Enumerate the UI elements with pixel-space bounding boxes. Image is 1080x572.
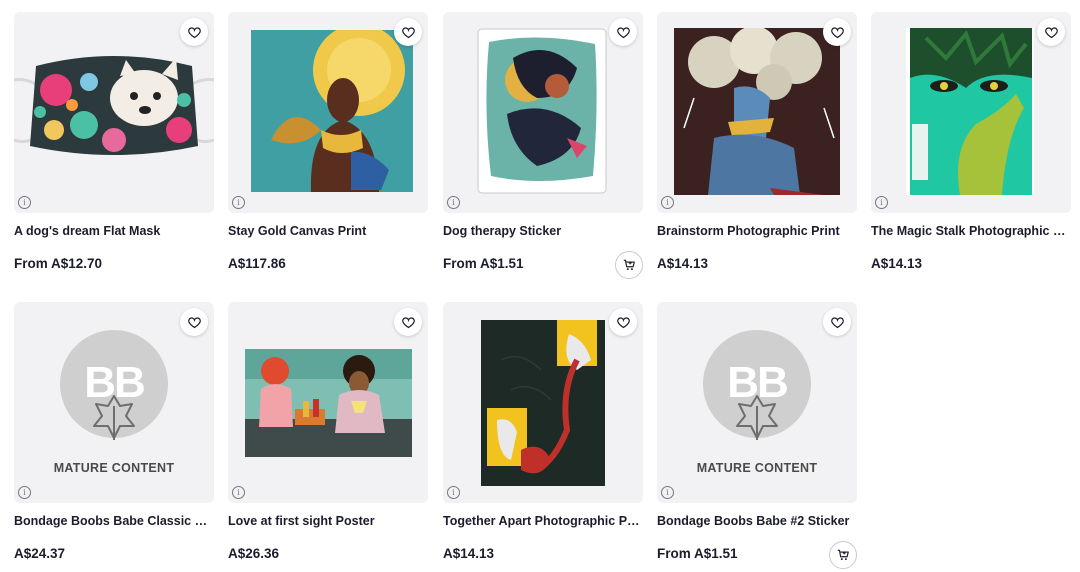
product-card[interactable]: i Brainstorm Photographic Print A$14.13 <box>657 12 857 273</box>
heart-icon <box>830 316 844 328</box>
add-to-cart-button[interactable] <box>829 541 857 569</box>
product-title[interactable]: A dog's dream Flat Mask <box>14 223 214 239</box>
info-icon[interactable]: i <box>447 486 460 499</box>
product-card[interactable]: BB MATURE CONTENT i Bondage Boobs Babe C… <box>14 302 214 563</box>
favorite-button[interactable] <box>394 308 422 336</box>
heart-icon <box>830 26 844 38</box>
favorite-button[interactable] <box>823 308 851 336</box>
product-card[interactable]: i A dog's dream Flat Mask From A$12.70 <box>14 12 214 273</box>
heart-icon <box>1044 26 1058 38</box>
add-to-cart-icon <box>837 549 849 561</box>
product-price: A$14.13 <box>657 256 709 271</box>
product-price: From A$12.70 <box>14 256 103 271</box>
heart-icon <box>187 26 201 38</box>
info-icon[interactable]: i <box>661 196 674 209</box>
product-card[interactable]: BB MATURE CONTENT i Bondage Boobs Babe #… <box>657 302 857 569</box>
favorite-button[interactable] <box>180 18 208 46</box>
together-image <box>481 320 605 486</box>
add-to-cart-icon <box>623 259 635 271</box>
product-thumbnail[interactable]: BB MATURE CONTENT i <box>657 302 857 503</box>
print-image <box>674 28 840 195</box>
favorite-button[interactable] <box>394 18 422 46</box>
product-thumbnail[interactable]: i <box>14 12 214 213</box>
product-thumbnail[interactable]: i <box>443 302 643 503</box>
mature-content-label: MATURE CONTENT <box>696 461 818 475</box>
mask-image <box>14 50 214 160</box>
product-price: From A$1.51 <box>443 256 524 271</box>
heart-icon <box>616 316 630 328</box>
product-thumbnail[interactable]: i <box>228 12 428 213</box>
mature-logo: BB <box>84 358 146 407</box>
info-icon[interactable]: i <box>661 486 674 499</box>
product-thumbnail[interactable]: i <box>443 12 643 213</box>
poster-image <box>245 349 412 457</box>
heart-icon <box>187 316 201 328</box>
product-thumbnail[interactable]: i <box>871 12 1071 213</box>
product-thumbnail[interactable]: BB MATURE CONTENT i <box>14 302 214 503</box>
product-title[interactable]: The Magic Stalk Photographic Print <box>871 223 1071 239</box>
product-title[interactable]: Bondage Boobs Babe Classic T-Shirt <box>14 513 214 529</box>
product-price: A$117.86 <box>228 256 286 271</box>
info-icon[interactable]: i <box>447 196 460 209</box>
product-title[interactable]: Dog therapy Sticker <box>443 223 643 239</box>
stalk-image <box>906 28 1034 195</box>
info-icon[interactable]: i <box>232 486 245 499</box>
info-icon[interactable]: i <box>875 196 888 209</box>
favorite-button[interactable] <box>609 18 637 46</box>
sticker-image <box>477 28 607 194</box>
product-title[interactable]: Bondage Boobs Babe #2 Sticker <box>657 513 857 529</box>
mature-content-label: MATURE CONTENT <box>53 461 175 475</box>
product-thumbnail[interactable]: i <box>657 12 857 213</box>
product-price: A$14.13 <box>443 546 495 561</box>
product-title[interactable]: Stay Gold Canvas Print <box>228 223 428 239</box>
product-title[interactable]: Love at first sight Poster <box>228 513 428 529</box>
product-price: A$14.13 <box>871 256 923 271</box>
product-price: A$26.36 <box>228 546 280 561</box>
favorite-button[interactable] <box>180 308 208 336</box>
product-card[interactable]: i Love at first sight Poster A$26.36 <box>228 302 428 563</box>
heart-icon <box>401 316 415 328</box>
product-price: From A$1.51 <box>657 546 738 561</box>
favorite-button[interactable] <box>1037 18 1065 46</box>
product-title[interactable]: Together Apart Photographic Print <box>443 513 643 529</box>
add-to-cart-button[interactable] <box>615 251 643 279</box>
product-title[interactable]: Brainstorm Photographic Print <box>657 223 857 239</box>
product-thumbnail[interactable]: i <box>228 302 428 503</box>
info-icon[interactable]: i <box>232 196 245 209</box>
product-card[interactable]: i Stay Gold Canvas Print A$117.86 <box>228 12 428 273</box>
product-price: A$24.37 <box>14 546 66 561</box>
product-card[interactable]: i Dog therapy Sticker From A$1.51 <box>443 12 643 279</box>
heart-icon <box>401 26 415 38</box>
favorite-button[interactable] <box>609 308 637 336</box>
info-icon[interactable]: i <box>18 486 31 499</box>
heart-icon <box>616 26 630 38</box>
product-card[interactable]: i Together Apart Photographic Print A$14… <box>443 302 643 563</box>
favorite-button[interactable] <box>823 18 851 46</box>
product-card[interactable]: i The Magic Stalk Photographic Print A$1… <box>871 12 1071 273</box>
info-icon[interactable]: i <box>18 196 31 209</box>
canvas-image <box>251 30 413 192</box>
mature-logo: BB <box>727 358 789 407</box>
